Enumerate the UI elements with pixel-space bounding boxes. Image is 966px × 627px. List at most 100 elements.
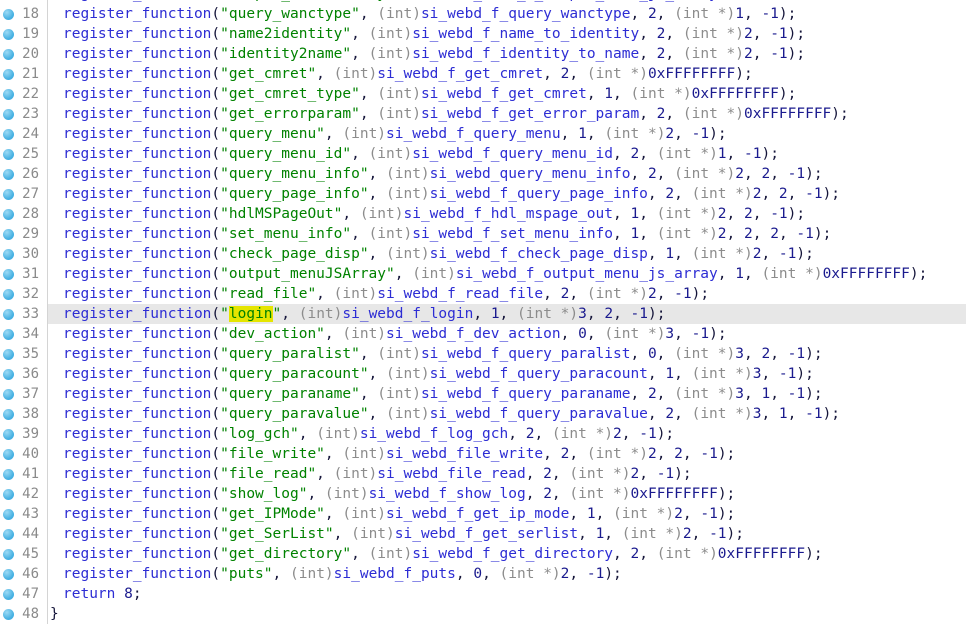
code-token: 0 bbox=[648, 346, 657, 362]
line-marker-bullet-icon bbox=[3, 249, 14, 260]
code-token: 2 bbox=[648, 6, 657, 22]
code-token: register_function bbox=[63, 186, 211, 202]
line-marker-bullet-icon bbox=[3, 9, 14, 20]
code-token: , bbox=[613, 546, 630, 562]
code-token: 2 bbox=[718, 206, 727, 222]
code-text[interactable]: register_function("query_paraname", (int… bbox=[48, 384, 966, 404]
code-token: , bbox=[596, 506, 613, 522]
line-number: 44 bbox=[14, 524, 47, 544]
code-token: ); bbox=[674, 466, 691, 482]
code-text[interactable]: register_function("identity2name", (int)… bbox=[48, 44, 966, 64]
code-token: 1 bbox=[587, 506, 596, 522]
code-token: "file_write" bbox=[220, 446, 325, 462]
line-marker-bullet-icon bbox=[3, 129, 14, 140]
code-token: , bbox=[630, 386, 647, 402]
code-text[interactable]: return 8; bbox=[48, 584, 966, 604]
code-token: "dev_action" bbox=[220, 326, 325, 342]
code-token: -1 bbox=[770, 46, 787, 62]
code-token: "log_gch" bbox=[220, 426, 299, 442]
code-token: ( bbox=[211, 546, 220, 562]
code-token: , bbox=[744, 346, 761, 362]
code-text[interactable]: register_function("name2identity", (int)… bbox=[48, 24, 966, 44]
code-token: 2 bbox=[613, 426, 622, 442]
code-token: (int) bbox=[377, 386, 421, 402]
line-number: 38 bbox=[14, 404, 47, 424]
code-token: ( bbox=[211, 466, 220, 482]
code-token: , bbox=[761, 406, 778, 422]
line-gutter: 28 bbox=[0, 204, 48, 224]
code-token: ); bbox=[831, 106, 848, 122]
code-text[interactable]: register_function("get_errorparam", (int… bbox=[48, 104, 966, 124]
code-text[interactable]: register_function("file_read", (int)si_w… bbox=[48, 464, 966, 484]
code-text[interactable]: register_function("query_paravalue", (in… bbox=[48, 404, 966, 424]
code-token: , bbox=[674, 246, 691, 262]
code-token: ); bbox=[814, 226, 831, 242]
code-token: (int) bbox=[334, 466, 378, 482]
code-token: 0xFFFFFFFF bbox=[744, 106, 831, 122]
code-text[interactable]: register_function("get_SerList", (int)si… bbox=[48, 524, 966, 544]
code-text[interactable]: register_function("query_page_info", (in… bbox=[48, 184, 966, 204]
code-token: , bbox=[744, 266, 761, 282]
code-token: si_webd_f_puts bbox=[334, 566, 456, 582]
code-token: -1 bbox=[639, 426, 656, 442]
code-token: "set_menu_info" bbox=[220, 226, 351, 242]
code-token: (int *) bbox=[683, 106, 744, 122]
code-token: 2 bbox=[665, 406, 674, 422]
code-text[interactable]: register_function("query_menu", (int)si_… bbox=[48, 124, 966, 144]
code-token: si_webd_f_hdl_mspage_out bbox=[403, 206, 613, 222]
line-marker-bullet-icon bbox=[3, 89, 14, 100]
code-token: , bbox=[674, 126, 691, 142]
code-text[interactable]: register_function("get_cmret_type", (int… bbox=[48, 84, 966, 104]
code-token: , bbox=[761, 246, 778, 262]
code-token: 1 bbox=[718, 146, 727, 162]
code-token: , bbox=[770, 386, 787, 402]
code-token: si_webd_f_query_wanctype bbox=[421, 6, 631, 22]
code-token: register_function bbox=[63, 386, 211, 402]
code-token: ( bbox=[211, 566, 220, 582]
code-text[interactable]: register_function("get_directory", (int)… bbox=[48, 544, 966, 564]
code-token: , bbox=[342, 206, 359, 222]
code-token: 2 bbox=[543, 466, 552, 482]
code-token: 3 bbox=[578, 306, 587, 322]
code-token: 3 bbox=[665, 326, 674, 342]
code-text[interactable]: register_function("query_paracount", (in… bbox=[48, 364, 966, 384]
code-text[interactable]: register_function("get_cmret", (int)si_w… bbox=[48, 64, 966, 84]
code-token: , bbox=[622, 426, 639, 442]
code-token: ); bbox=[657, 426, 674, 442]
code-text[interactable]: register_function("log_gch", (int)si_web… bbox=[48, 424, 966, 444]
line-gutter: 47 bbox=[0, 584, 48, 604]
code-token: "output_menuJSArray" bbox=[220, 266, 395, 282]
code-text[interactable]: register_function("query_menu_info", (in… bbox=[48, 164, 966, 184]
code-text[interactable]: register_function("query_menu_id", (int)… bbox=[48, 144, 966, 164]
code-text[interactable]: register_function("puts", (int)si_webd_f… bbox=[48, 564, 966, 584]
code-line: 29register_function("set_menu_info", (in… bbox=[0, 224, 966, 244]
code-text[interactable]: register_function("query_paralist", (int… bbox=[48, 344, 966, 364]
code-token: 2 bbox=[770, 226, 779, 242]
code-line: 21register_function("get_cmret", (int)si… bbox=[0, 64, 966, 84]
code-text[interactable]: register_function("hdlMSPageOut", (int)s… bbox=[48, 204, 966, 224]
code-token: , bbox=[534, 426, 551, 442]
code-text[interactable]: register_function("get_IPMode", (int)si_… bbox=[48, 504, 966, 524]
code-text[interactable]: register_function("login", (int)si_webd_… bbox=[48, 304, 966, 324]
code-token: , bbox=[307, 486, 324, 502]
code-token: si_webd_query_menu_info bbox=[430, 166, 631, 182]
code-text[interactable]: register_function("file_write", (int)si_… bbox=[48, 444, 966, 464]
code-text[interactable]: register_function("read_file", (int)si_w… bbox=[48, 284, 966, 304]
code-text[interactable]: register_function("dev_action", (int)si_… bbox=[48, 324, 966, 344]
code-text[interactable]: } bbox=[48, 604, 966, 624]
code-token: "puts" bbox=[220, 566, 272, 582]
code-token: -1 bbox=[796, 226, 813, 242]
code-text[interactable]: register_function("show_log", (int)si_we… bbox=[48, 484, 966, 504]
code-text[interactable]: register_function("set_menu_info", (int)… bbox=[48, 224, 966, 244]
code-token: 2 bbox=[761, 166, 770, 182]
code-text[interactable]: register_function("query_wanctype", (int… bbox=[48, 4, 966, 24]
code-token: ); bbox=[692, 286, 709, 302]
code-token: 2 bbox=[630, 466, 639, 482]
code-text[interactable]: register_function("check_page_disp", (in… bbox=[48, 244, 966, 264]
code-text[interactable]: register_function("output_menuJSArray", … bbox=[48, 264, 966, 284]
code-token: ); bbox=[910, 266, 927, 282]
code-token: si_webd_f_read_file bbox=[377, 286, 543, 302]
code-token: , bbox=[569, 446, 586, 462]
code-token: (int) bbox=[342, 126, 386, 142]
line-marker-bullet-icon bbox=[3, 569, 14, 580]
